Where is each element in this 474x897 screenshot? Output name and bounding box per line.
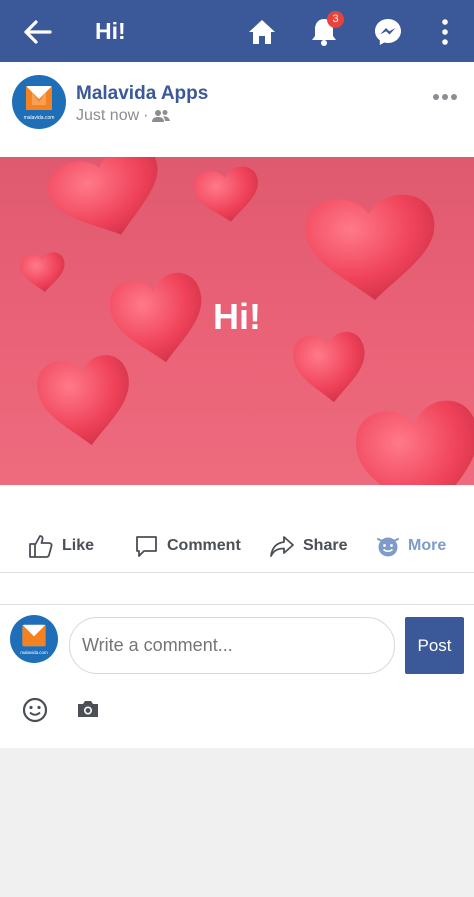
like-label: Like — [62, 537, 95, 554]
overflow-menu-icon[interactable] — [437, 17, 453, 47]
post-image-text: Hi! — [213, 296, 261, 337]
post-options-icon[interactable] — [432, 90, 458, 104]
back-arrow-icon[interactable] — [20, 17, 54, 47]
author-avatar[interactable]: malavida.com — [12, 75, 66, 129]
post-timestamp: Just now — [76, 107, 140, 124]
share-button[interactable]: Share — [269, 525, 347, 567]
more-reactions-button[interactable]: More — [376, 525, 446, 567]
comment-label: Comment — [167, 537, 241, 554]
friends-privacy-icon[interactable] — [152, 109, 171, 123]
svg-text:malavida.com: malavida.com — [20, 650, 48, 655]
comment-bubble-icon — [136, 535, 157, 557]
divider — [0, 572, 474, 573]
camera-icon[interactable] — [76, 699, 100, 719]
top-navigation-bar: Hi! 3 — [0, 0, 474, 62]
share-label: Share — [303, 537, 348, 554]
emoji-icon[interactable] — [22, 697, 48, 723]
divider — [0, 604, 474, 605]
malavida-logo-icon: malavida.com — [24, 86, 55, 121]
page-title: Hi! — [95, 18, 126, 44]
more-label: More — [408, 537, 447, 554]
like-button[interactable]: Like — [28, 525, 94, 567]
notification-count-badge: 3 — [327, 11, 344, 28]
messenger-icon[interactable] — [373, 17, 403, 47]
meta-separator: · — [143, 107, 149, 124]
heart-shape — [291, 330, 370, 406]
smiley-face-icon — [377, 537, 399, 557]
heart-shape — [350, 395, 474, 485]
heart-shape — [41, 157, 175, 252]
post-comment-button[interactable]: Post — [405, 617, 464, 674]
post-meta: Just now · — [76, 107, 171, 125]
post-author-name[interactable]: Malavida Apps — [76, 83, 208, 105]
svg-text:malavida.com: malavida.com — [24, 115, 55, 121]
heart-shape — [191, 164, 264, 227]
heart-shape — [19, 251, 67, 294]
heart-shape — [303, 192, 440, 305]
comment-input[interactable] — [69, 617, 395, 674]
comment-button[interactable]: Comment — [134, 525, 241, 567]
heart-shape — [33, 352, 138, 452]
commenter-avatar: malavida.com — [10, 615, 58, 663]
thumbs-up-icon — [29, 535, 53, 558]
post-card: malavida.com Malavida Apps Just now · Hi… — [0, 62, 474, 748]
post-image[interactable]: Hi! — [0, 157, 474, 485]
share-arrow-icon — [270, 536, 294, 557]
home-icon[interactable] — [247, 17, 277, 47]
malavida-logo-icon: malavida.com — [20, 624, 48, 655]
post-actions-bar: Like Comment Share More — [0, 525, 474, 567]
